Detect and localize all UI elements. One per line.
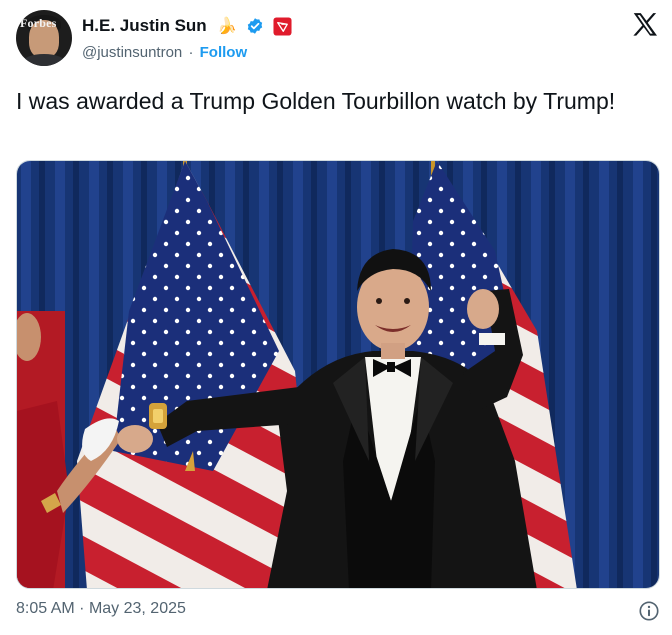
banana-emoji-icon: 🍌	[217, 18, 238, 35]
tweet-header: Forbes H.E. Justin Sun 🍌 @justinsuntron …	[16, 10, 660, 66]
tron-badge-icon[interactable]	[273, 16, 292, 36]
author-name-line: H.E. Justin Sun 🍌	[82, 16, 292, 40]
tweet-date: May 23, 2025	[88, 600, 186, 617]
tweet-photo[interactable]	[16, 160, 660, 589]
x-logo-icon[interactable]	[630, 10, 660, 40]
tweet-timestamp[interactable]: 8:05 AM · May 23, 2025	[16, 600, 186, 618]
tweet-time: 8:05 AM	[16, 600, 75, 617]
follow-button[interactable]: Follow	[200, 44, 248, 61]
avatar[interactable]: Forbes	[16, 10, 72, 66]
info-icon[interactable]	[638, 600, 660, 622]
tweet-text: I was awarded a Trump Golden Tourbillon …	[16, 88, 616, 114]
verified-badge-icon[interactable]	[246, 17, 264, 35]
author-handle[interactable]: @justinsuntron	[82, 44, 182, 61]
author-handle-line: @justinsuntron · Follow	[82, 44, 247, 61]
avatar-brand-text: Forbes	[20, 16, 57, 30]
author-display-name[interactable]: H.E. Justin Sun	[82, 16, 207, 35]
avatar-shirt	[22, 54, 66, 66]
photo-image	[17, 161, 659, 588]
separator-dot: ·	[188, 44, 194, 61]
timestamp-separator: ·	[79, 600, 85, 617]
